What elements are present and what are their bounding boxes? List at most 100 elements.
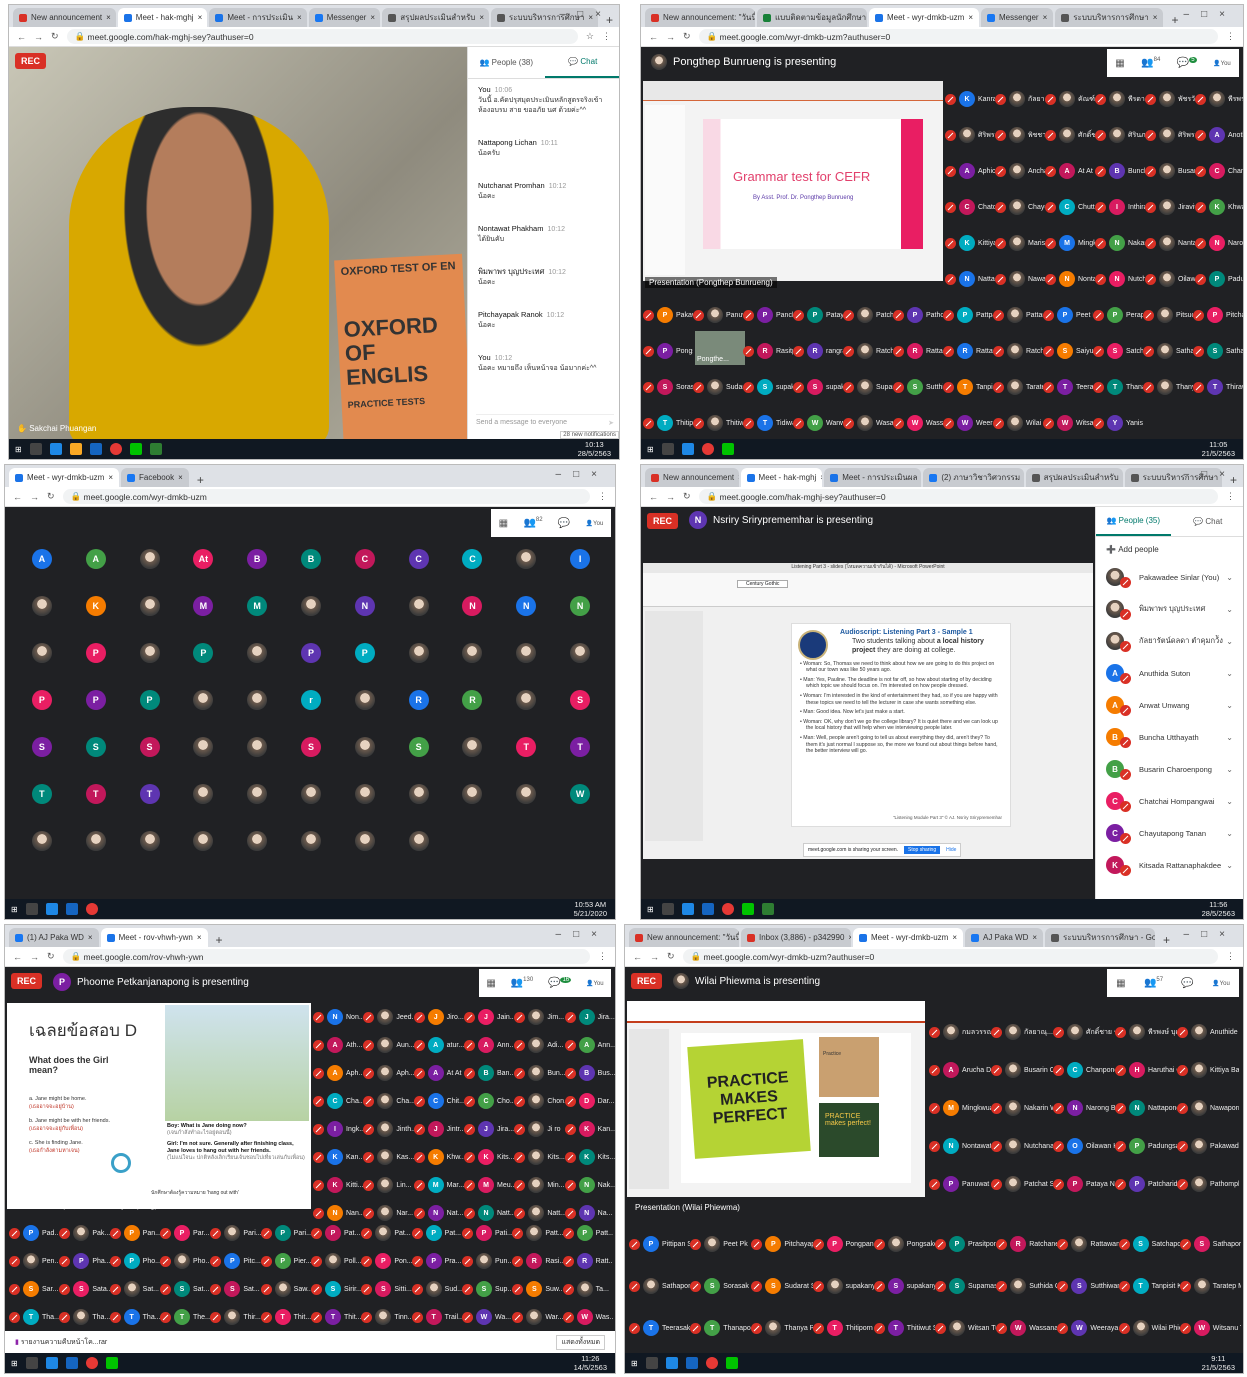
participant-tile[interactable]: SSathapo...	[1193, 343, 1243, 359]
participant-tile[interactable]: CChatcha...	[945, 199, 995, 215]
participant-tile[interactable]: Wilai Phiew...	[1118, 1320, 1180, 1336]
participant-tile[interactable]: Peet Pk	[690, 1236, 751, 1252]
excel-icon[interactable]	[761, 903, 774, 915]
windows-icon[interactable]: ⊞	[11, 1359, 18, 1368]
hide-button[interactable]: Hide	[946, 847, 956, 853]
participant-tile[interactable]: Ratchrue...	[993, 343, 1043, 359]
participant-avatar[interactable]: C	[408, 548, 429, 569]
participant-tile[interactable]: PPataya Nara...	[1053, 1176, 1115, 1192]
participant-avatar[interactable]: P	[354, 642, 375, 663]
line-icon[interactable]	[105, 1357, 118, 1369]
participant-tile[interactable]: พีรพร ชั...	[1195, 91, 1243, 107]
window-controls[interactable]: –□×	[560, 9, 613, 20]
back-icon[interactable]: ←	[649, 32, 658, 42]
chrome-icon[interactable]	[85, 1357, 98, 1369]
menu-icon[interactable]: ⋮	[1226, 31, 1235, 42]
browser-tab[interactable]: Meet - wyr-dmkb-uzm ×	[853, 928, 963, 947]
participant-tile[interactable]: Kas...	[363, 1149, 414, 1165]
participant-tile[interactable]: C Cha...	[313, 1093, 363, 1109]
participant-tile[interactable]: R Ratt...	[562, 1253, 613, 1269]
participant-list-item[interactable]: A Anwat Unwang ⌄	[1096, 689, 1243, 721]
participant-tile[interactable]: Pak...	[59, 1225, 110, 1241]
chevron-down-icon[interactable]: ⌄	[1226, 733, 1233, 742]
participant-avatar[interactable]	[85, 830, 106, 851]
participant-avatar[interactable]	[31, 595, 52, 616]
participant-avatar[interactable]: B	[300, 548, 321, 569]
participant-tile[interactable]: PPrasitpon N...	[935, 1236, 996, 1252]
participant-avatar[interactable]: T	[85, 783, 106, 804]
back-icon[interactable]: ←	[633, 952, 642, 962]
line-icon[interactable]	[741, 903, 754, 915]
participant-list-item[interactable]: พิมพาพร บุญประเทศ ⌄	[1096, 593, 1243, 625]
participant-tile[interactable]: Nawaporn ...	[1177, 1100, 1239, 1116]
participant-tile[interactable]: Ji ro	[514, 1121, 564, 1137]
back-icon[interactable]: ←	[17, 32, 26, 42]
tab-close-icon[interactable]: ×	[820, 473, 822, 482]
new-tab-icon[interactable]: +	[210, 933, 229, 947]
grid-layout-icon[interactable]: ▦	[1116, 978, 1125, 989]
browser-tab[interactable]: Messenger ×	[308, 8, 381, 27]
participant-avatar[interactable]	[247, 830, 268, 851]
participant-tile[interactable]: Jeed...	[363, 1009, 414, 1025]
chrome-icon[interactable]	[721, 903, 734, 915]
participant-tile[interactable]: Ssupakan...	[793, 379, 843, 395]
people-icon[interactable]: 👥130	[511, 977, 533, 988]
browser-tab[interactable]: (2) ภาษาวิชาวิศวกรรม×	[923, 468, 1024, 487]
participant-tile[interactable]: พีรพงษ์ บุญ...	[1115, 1024, 1177, 1040]
participant-tile[interactable]: Chon...	[514, 1093, 565, 1109]
participant-tile[interactable]: PPeet Pk	[1043, 307, 1093, 323]
participant-tile[interactable]: Thir...	[210, 1309, 261, 1325]
participant-avatar[interactable]	[570, 642, 591, 663]
participant-tile[interactable]: Thanya ...	[1143, 379, 1193, 395]
participant-tile[interactable]: PPathom...	[893, 307, 943, 323]
participant-tile[interactable]: K Kan...	[313, 1149, 363, 1165]
participant-tile[interactable]: Ratchan...	[843, 343, 893, 359]
tab-close-icon[interactable]: ×	[952, 933, 957, 942]
self-avatar[interactable]: 👤You	[1212, 980, 1230, 987]
browser-tab[interactable]: New announcement: "วันนี้"×	[629, 928, 739, 947]
participant-tile[interactable]: WWassana P...	[996, 1320, 1057, 1336]
reload-icon[interactable]: ↻	[683, 31, 691, 42]
tab-close-icon[interactable]: ×	[297, 13, 302, 22]
tab-close-icon[interactable]: ×	[1043, 13, 1048, 22]
participant-tile[interactable]: T Tha...	[109, 1309, 160, 1325]
participant-avatar[interactable]	[139, 595, 160, 616]
participant-tile[interactable]: Kittiya Bapp...	[1177, 1062, 1239, 1078]
participant-tile[interactable]: T Tha...	[9, 1309, 59, 1325]
participant-tile[interactable]: Poll...	[310, 1253, 361, 1269]
participant-avatar[interactable]: S	[139, 736, 160, 757]
participant-tile[interactable]: A Ann...	[564, 1037, 615, 1053]
participant-tile[interactable]: P Pon...	[361, 1253, 412, 1269]
participant-tile[interactable]: N Non...	[313, 1009, 363, 1025]
download-item[interactable]: รายงานความคืบหน้าโค...rar	[21, 1337, 107, 1348]
tab-chat[interactable]: 💬 Chat	[544, 47, 619, 78]
participant-avatar[interactable]: C	[462, 548, 483, 569]
tab-people[interactable]: 👥 People (38)	[468, 47, 545, 78]
participant-avatar[interactable]: S	[570, 689, 591, 710]
participant-tile[interactable]: PPitchaya...	[1193, 307, 1243, 323]
search-icon[interactable]	[25, 903, 38, 915]
participant-list-item[interactable]: กัลยารัตน์ดลดา ตำคุมกว้ัง ⌄	[1096, 625, 1243, 657]
participant-tile[interactable]: TTeerasak K...	[629, 1320, 690, 1336]
participant-tile[interactable]: Anuthide S...	[1177, 1024, 1239, 1040]
new-tab-icon[interactable]: +	[1165, 13, 1184, 27]
participant-tile[interactable]: W Wa...	[461, 1309, 512, 1325]
participant-tile[interactable]: Pongsakorn...	[873, 1236, 935, 1252]
participant-tile[interactable]: Jim...	[514, 1009, 564, 1025]
participant-tile[interactable]: TTanpisit ...	[943, 379, 993, 395]
window-controls[interactable]: –□×	[556, 469, 609, 480]
window-controls[interactable]: –□×	[1184, 469, 1237, 480]
participant-tile[interactable]: K Kan...	[564, 1121, 615, 1137]
participant-avatar[interactable]: T	[139, 783, 160, 804]
back-icon[interactable]: ←	[13, 952, 22, 962]
participant-avatar[interactable]: I	[570, 548, 591, 569]
participant-avatar[interactable]	[408, 830, 429, 851]
people-icon[interactable]: 👥57	[1144, 977, 1163, 988]
browser-tab[interactable]: (1) AJ Paka WD ×	[9, 928, 99, 947]
forward-icon[interactable]: →	[34, 32, 43, 42]
participant-tile[interactable]: TThanapon S...	[690, 1320, 751, 1336]
participant-tile[interactable]: Pho...	[159, 1253, 210, 1269]
participant-tile[interactable]: J Jiro...	[413, 1009, 464, 1025]
participant-avatar[interactable]	[247, 783, 268, 804]
participant-avatar[interactable]	[300, 830, 321, 851]
